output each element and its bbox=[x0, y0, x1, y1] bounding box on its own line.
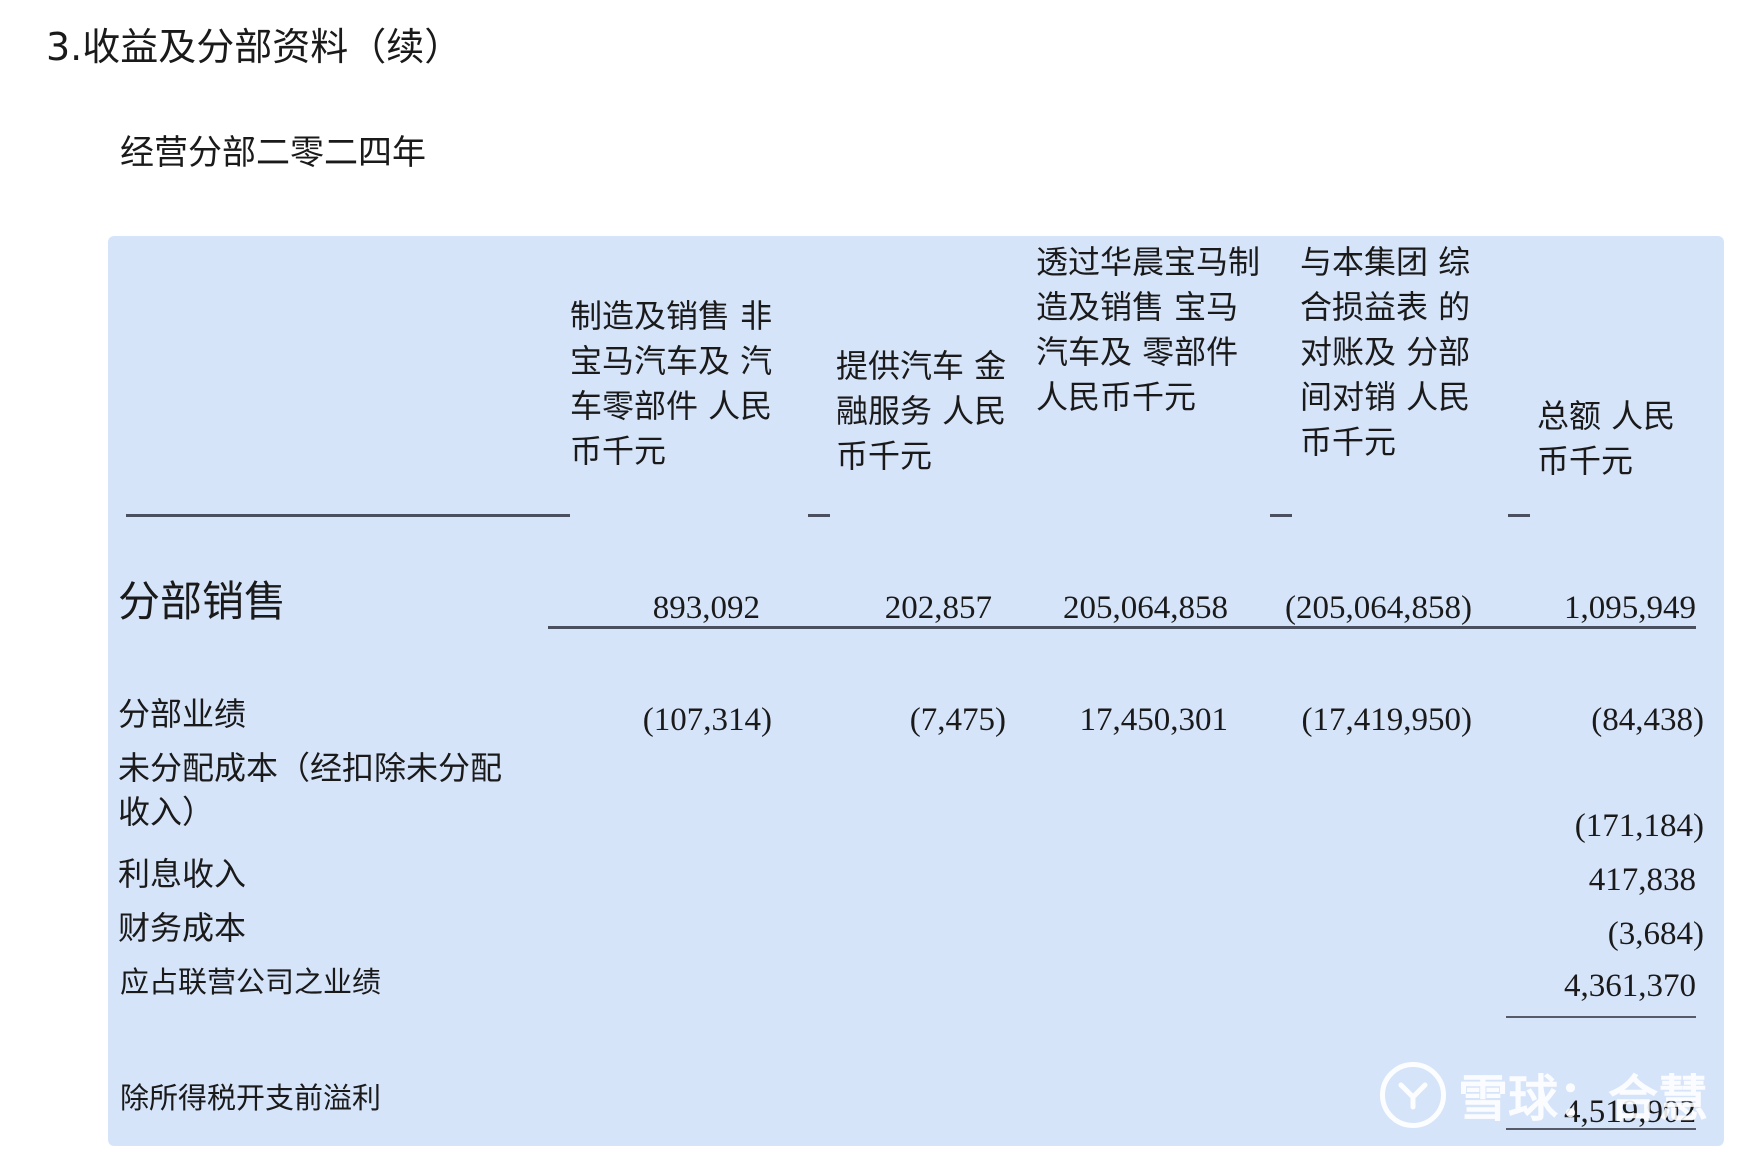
column-header-bmw-jv: 透过华晨宝马制造及销售 宝马汽车及 零部件 人民币千元 bbox=[1036, 243, 1261, 416]
associates-underline bbox=[1506, 1016, 1696, 1018]
row-label-segment-sales: 分部销售 bbox=[118, 577, 287, 626]
row-label-unallocated-costs-line2: 收入） bbox=[118, 793, 215, 831]
header-dash-1 bbox=[808, 514, 830, 517]
cell-sales-col3: 205,064,858 bbox=[1063, 590, 1228, 626]
column-header-financing: 提供汽车 金融服务 人民币千元 bbox=[836, 347, 1007, 475]
cell-sales-col4: (205,064,858) bbox=[1285, 590, 1472, 626]
cell-results-col4: (17,419,950) bbox=[1301, 702, 1472, 738]
segment-year-subtitle: 经营分部二零二四年 bbox=[120, 133, 426, 173]
row-label-unallocated-costs-line1: 未分配成本（经扣除未分配 bbox=[118, 749, 503, 787]
section-title: 3.收益及分部资料（续） bbox=[46, 25, 463, 69]
watermark-text: 雪球：合慧 bbox=[1458, 1070, 1708, 1128]
header-label-underline bbox=[126, 514, 570, 517]
cell-finance-total: (3,684) bbox=[1607, 916, 1704, 952]
cell-sales-col1: 893,092 bbox=[652, 590, 760, 626]
cell-results-col3: 17,450,301 bbox=[1079, 702, 1229, 738]
cell-results-col1: (107,314) bbox=[642, 702, 772, 738]
cell-associates-total: 4,361,370 bbox=[1564, 968, 1696, 1004]
row-label-segment-results: 分部业绩 bbox=[118, 695, 247, 733]
column-header-total: 总额 人民币千元 bbox=[1537, 397, 1676, 480]
row-label-interest-income: 利息收入 bbox=[118, 855, 247, 893]
column-header-manufacturing: 制造及销售 非宝马汽车及 汽车零部件 人民币千元 bbox=[570, 297, 773, 470]
column-header-reconciliation: 与本集团 综合损益表 的对账及 分部间对销 人民币千元 bbox=[1300, 243, 1471, 461]
cell-unallocated-total: (171,184) bbox=[1574, 808, 1704, 844]
row-label-finance-costs: 财务成本 bbox=[118, 909, 247, 947]
header-dash-3 bbox=[1508, 514, 1530, 517]
cell-sales-col5: 1,095,949 bbox=[1564, 590, 1696, 626]
row-label-profit-before-tax: 除所得税开支前溢利 bbox=[120, 1081, 382, 1115]
cell-sales-col2: 202,857 bbox=[884, 590, 992, 626]
cell-results-col2: (7,475) bbox=[909, 702, 1006, 738]
xueqiu-logo-icon bbox=[1380, 1062, 1446, 1128]
sales-underline bbox=[548, 626, 1696, 629]
cell-results-col5: (84,438) bbox=[1591, 702, 1704, 738]
cell-interest-total: 417,838 bbox=[1588, 862, 1696, 898]
row-label-share-of-associates: 应占联营公司之业绩 bbox=[120, 965, 382, 999]
header-dash-2 bbox=[1270, 514, 1292, 517]
